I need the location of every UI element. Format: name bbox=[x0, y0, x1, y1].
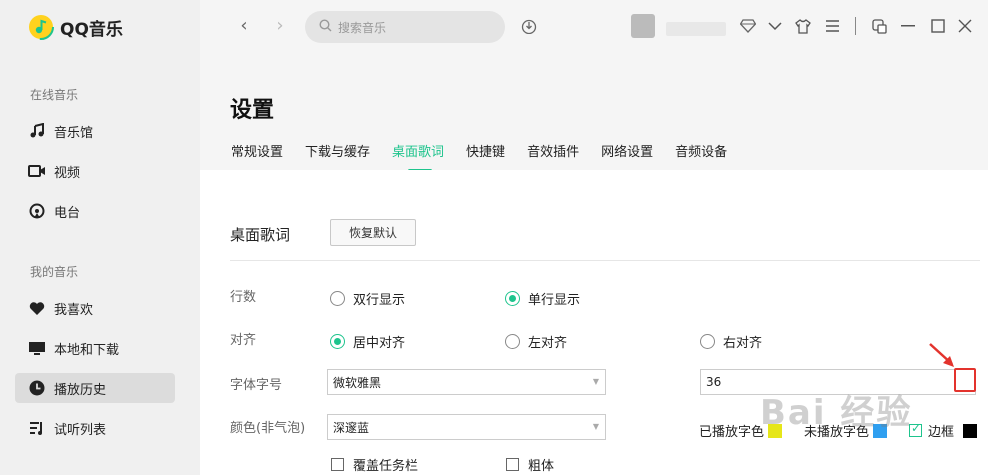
sidebar-item-radio[interactable]: 电台 bbox=[15, 196, 175, 226]
divider bbox=[230, 260, 980, 261]
tab-sound-plugins[interactable]: 音效插件 bbox=[527, 141, 579, 160]
search-icon bbox=[319, 19, 332, 35]
music-note-icon bbox=[28, 122, 46, 140]
radio-circle bbox=[330, 291, 345, 306]
radio-label: 双行显示 bbox=[353, 293, 406, 308]
radio-double-line[interactable]: 双行显示 bbox=[330, 289, 405, 308]
color-scheme-select[interactable]: 深邃蓝 ▼ bbox=[327, 414, 606, 440]
settings-tabs: 常规设置 下载与缓存 桌面歌词 快捷键 音效插件 网络设置 音频设备 bbox=[231, 141, 749, 172]
tab-general[interactable]: 常规设置 bbox=[231, 141, 283, 160]
annotation-arrow-icon bbox=[929, 343, 954, 367]
tab-audio-device[interactable]: 音频设备 bbox=[675, 141, 727, 160]
chevron-down-icon: ▼ bbox=[592, 377, 599, 386]
top-bar: ‹ › 搜索音乐 bbox=[200, 0, 988, 64]
tab-network[interactable]: 网络设置 bbox=[601, 141, 653, 160]
bold-checkbox[interactable]: 粗体 bbox=[506, 455, 554, 474]
baidu-watermark: Bai 经验 bbox=[760, 393, 913, 433]
reset-default-button[interactable]: 恢复默认 bbox=[330, 219, 416, 246]
search-placeholder: 搜索音乐 bbox=[338, 20, 387, 35]
align-label: 对齐 bbox=[230, 333, 257, 348]
radio-circle bbox=[330, 334, 345, 349]
minimize-icon[interactable] bbox=[899, 17, 917, 35]
app-name: QQ音乐 bbox=[60, 19, 123, 40]
color-label: 颜色(非气泡) bbox=[230, 421, 306, 436]
monitor-icon bbox=[28, 339, 46, 357]
qq-music-logo-icon bbox=[28, 14, 54, 40]
sidebar-item-label: 我喜欢 bbox=[54, 302, 94, 318]
border-color-swatch[interactable] bbox=[963, 423, 978, 438]
radio-align-right[interactable]: 右对齐 bbox=[700, 332, 762, 351]
sidebar-item-play-history[interactable]: 播放历史 bbox=[15, 373, 175, 403]
checkbox-label: 粗体 bbox=[528, 459, 555, 474]
heart-icon bbox=[28, 299, 46, 317]
playlist-icon bbox=[28, 419, 46, 437]
sidebar-item-trial-list[interactable]: 试听列表 bbox=[15, 413, 175, 443]
sidebar-item-label: 视频 bbox=[54, 165, 81, 181]
sidebar-item-label: 试听列表 bbox=[54, 422, 107, 438]
sidebar-item-favorites[interactable]: 我喜欢 bbox=[15, 293, 175, 323]
mini-mode-icon[interactable] bbox=[870, 17, 888, 35]
sidebar-item-local-download[interactable]: 本地和下载 bbox=[15, 333, 175, 363]
sidebar: QQ音乐 在线音乐 音乐馆 视频 电台 我的音乐 我喜欢 本地和下载 播放历史 … bbox=[0, 0, 200, 475]
radio-circle bbox=[505, 291, 520, 306]
app-logo[interactable]: QQ音乐 bbox=[28, 14, 123, 40]
sidebar-item-label: 音乐馆 bbox=[54, 125, 94, 141]
menu-icon[interactable] bbox=[823, 17, 841, 35]
radio-label: 居中对齐 bbox=[353, 336, 406, 351]
back-arrow-icon[interactable]: ‹ bbox=[234, 16, 254, 36]
cover-taskbar-checkbox[interactable]: 覆盖任务栏 bbox=[331, 455, 418, 474]
tab-desktop-lyrics[interactable]: 桌面歌词 bbox=[392, 141, 444, 172]
vip-diamond-icon[interactable] bbox=[739, 17, 757, 35]
checkbox-box bbox=[506, 458, 519, 471]
settings-header: 设置 常规设置 下载与缓存 桌面歌词 快捷键 音效插件 网络设置 音频设备 bbox=[200, 64, 988, 172]
select-value: 深邃蓝 bbox=[333, 420, 370, 435]
select-value: 微软雅黑 bbox=[333, 375, 382, 390]
font-label: 字体字号 bbox=[230, 378, 283, 393]
video-icon bbox=[28, 162, 46, 180]
font-family-select[interactable]: 微软雅黑 ▼ bbox=[327, 369, 606, 395]
radio-align-center[interactable]: 居中对齐 bbox=[330, 332, 405, 351]
sidebar-item-label: 电台 bbox=[54, 205, 81, 221]
radio-label: 左对齐 bbox=[528, 336, 568, 351]
page-title: 设置 bbox=[230, 98, 275, 123]
border-option[interactable]: 边框 bbox=[909, 421, 978, 440]
user-name-blurred[interactable] bbox=[666, 22, 726, 36]
sidebar-item-label: 本地和下载 bbox=[54, 342, 120, 358]
sidebar-item-music-hall[interactable]: 音乐馆 bbox=[15, 116, 175, 146]
chevron-down-icon[interactable] bbox=[766, 17, 784, 35]
radio-align-left[interactable]: 左对齐 bbox=[505, 332, 567, 351]
tab-download-cache[interactable]: 下载与缓存 bbox=[305, 141, 370, 160]
radio-label: 右对齐 bbox=[723, 336, 763, 351]
swatch-label: 已播放字色 bbox=[699, 425, 765, 440]
radio-circle bbox=[505, 334, 520, 349]
swatch-label: 边框 bbox=[928, 425, 955, 440]
select-value: 36 bbox=[706, 375, 722, 389]
radio-single-line[interactable]: 单行显示 bbox=[505, 289, 580, 308]
section-title: 桌面歌词 bbox=[230, 226, 291, 244]
maximize-icon[interactable] bbox=[929, 17, 947, 35]
sidebar-section-mine: 我的音乐 bbox=[30, 265, 79, 279]
avatar[interactable] bbox=[631, 14, 655, 38]
forward-arrow-icon[interactable]: › bbox=[270, 16, 290, 36]
tab-shortcuts[interactable]: 快捷键 bbox=[466, 141, 505, 160]
close-icon[interactable] bbox=[956, 17, 974, 35]
chevron-down-icon: ▼ bbox=[592, 422, 599, 431]
radio-icon bbox=[28, 202, 46, 220]
sidebar-section-online: 在线音乐 bbox=[30, 88, 79, 102]
radio-circle bbox=[700, 334, 715, 349]
sidebar-item-label: 播放历史 bbox=[54, 382, 107, 398]
sidebar-item-video[interactable]: 视频 bbox=[15, 156, 175, 186]
radio-label: 单行显示 bbox=[528, 293, 581, 308]
checkbox-label: 覆盖任务栏 bbox=[353, 459, 419, 474]
clock-icon bbox=[28, 379, 46, 397]
skin-shirt-icon[interactable] bbox=[794, 17, 812, 35]
annotation-highlight-box bbox=[954, 368, 976, 392]
rows-label: 行数 bbox=[230, 290, 257, 305]
search-input[interactable]: 搜索音乐 bbox=[305, 11, 505, 43]
voice-search-icon[interactable] bbox=[520, 17, 538, 35]
divider bbox=[855, 17, 856, 35]
checkbox-box bbox=[331, 458, 344, 471]
